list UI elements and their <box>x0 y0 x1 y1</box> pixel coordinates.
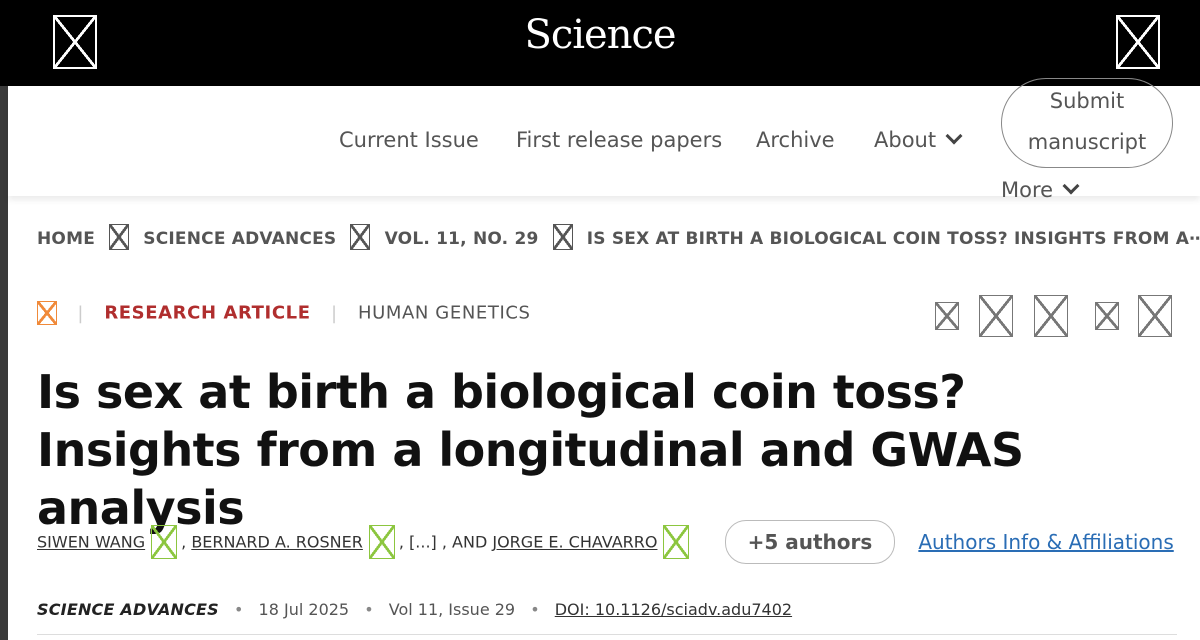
nav-current-issue[interactable]: Current Issue <box>339 128 479 152</box>
affiliations-link[interactable]: Authors Info & Affiliations <box>918 530 1173 554</box>
submit-manuscript-button[interactable]: Submit manuscript <box>1001 78 1173 168</box>
breadcrumb-journal[interactable]: SCIENCE ADVANCES <box>143 229 336 249</box>
article-type: RESEARCH ARTICLE <box>104 302 311 324</box>
science-logo[interactable]: Science <box>0 12 1200 58</box>
author-separator: , <box>181 532 187 552</box>
account-icon[interactable] <box>1116 15 1160 69</box>
cite-icon[interactable] <box>1034 295 1068 337</box>
orcid-icon[interactable] <box>663 525 690 559</box>
window-edge <box>0 0 8 640</box>
publish-date: 18 Jul 2025 <box>258 600 350 619</box>
access-icon <box>37 301 57 325</box>
breadcrumb-separator-icon <box>350 224 371 250</box>
track-citations-icon[interactable] <box>1138 295 1172 337</box>
separator-dot: • <box>234 600 244 619</box>
article-meta: | RESEARCH ARTICLE | HUMAN GENETICS <box>37 301 531 325</box>
doi-link[interactable]: DOI: 10.1126/sciadv.adu7402 <box>555 600 792 619</box>
journal-name[interactable]: SCIENCE ADVANCES <box>37 600 219 619</box>
publication-info: SCIENCE ADVANCES • 18 Jul 2025 • Vol 11,… <box>37 600 792 619</box>
author-ellipsis: , [...] , AND <box>398 532 488 552</box>
nav-about[interactable]: About <box>874 127 963 152</box>
breadcrumb-current: IS SEX AT BIRTH A BIOLOGICAL COIN TOSS? … <box>586 229 1200 249</box>
separator-dot: • <box>530 600 540 619</box>
bookmark-icon[interactable] <box>1095 302 1119 330</box>
nav-more[interactable]: More <box>1001 177 1080 202</box>
more-authors-button[interactable]: +5 authors <box>724 520 896 564</box>
article-subject[interactable]: HUMAN GENETICS <box>358 303 531 324</box>
divider <box>37 634 1177 635</box>
breadcrumb-issue[interactable]: VOL. 11, NO. 29 <box>385 229 539 249</box>
divider: | <box>330 302 338 324</box>
orcid-icon[interactable] <box>151 525 178 559</box>
submit-label-line2: manuscript <box>1027 130 1147 154</box>
author-link[interactable]: SIWEN WANG <box>37 533 145 552</box>
nav-first-release[interactable]: First release papers <box>516 128 722 152</box>
share-icon[interactable] <box>935 302 959 330</box>
nav-more-label: More <box>1001 178 1054 202</box>
chevron-down-icon <box>945 127 963 145</box>
submit-label-line1: Submit <box>1049 89 1125 113</box>
author-link[interactable]: JORGE E. CHAVARRO <box>492 533 657 552</box>
main-nav: Current Issue First release papers Archi… <box>8 78 1200 202</box>
volume-issue[interactable]: Vol 11, Issue 29 <box>389 600 515 619</box>
author-link[interactable]: BERNARD A. ROSNER <box>191 533 363 552</box>
download-pdf-icon[interactable] <box>979 295 1013 337</box>
separator-dot: • <box>364 600 374 619</box>
breadcrumb: HOME SCIENCE ADVANCES VOL. 11, NO. 29 IS… <box>37 224 1200 252</box>
breadcrumb-home[interactable]: HOME <box>37 229 95 249</box>
author-list: SIWEN WANG, BERNARD A. ROSNER , [...] , A… <box>37 520 1187 564</box>
nav-about-label: About <box>874 128 937 152</box>
divider: | <box>77 302 84 324</box>
breadcrumb-separator-icon <box>552 224 573 250</box>
nav-archive[interactable]: Archive <box>756 128 835 152</box>
site-header: Science <box>0 0 1200 86</box>
breadcrumb-separator-icon <box>109 224 130 250</box>
orcid-icon[interactable] <box>368 525 395 559</box>
chevron-down-icon <box>1062 177 1080 195</box>
article-title: Is sex at birth a biological coin toss? … <box>37 365 1024 535</box>
